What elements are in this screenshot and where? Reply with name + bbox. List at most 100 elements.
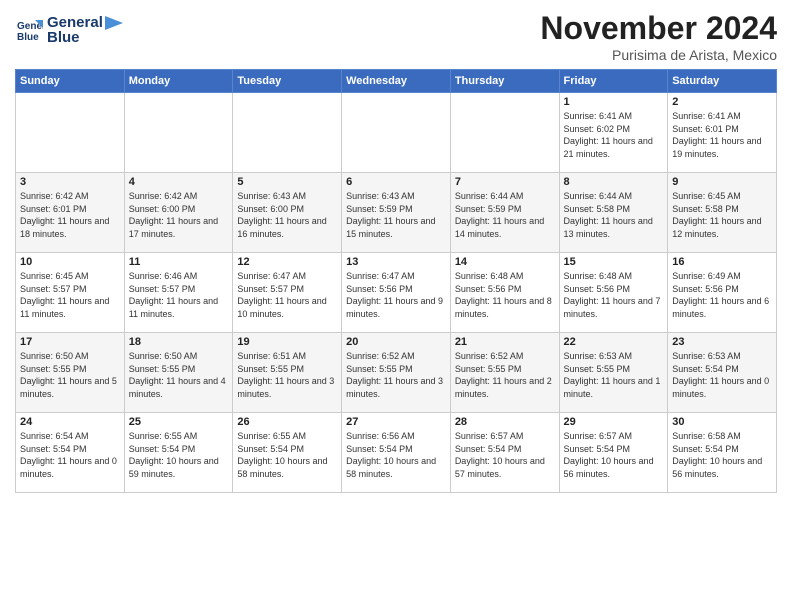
day-number: 18: [129, 336, 229, 348]
calendar-cell: 22Sunrise: 6:53 AM Sunset: 5:55 PM Dayli…: [559, 333, 668, 413]
day-info: Sunrise: 6:56 AM Sunset: 5:54 PM Dayligh…: [346, 430, 446, 480]
day-info: Sunrise: 6:55 AM Sunset: 5:54 PM Dayligh…: [237, 430, 337, 480]
day-number: 13: [346, 256, 446, 268]
day-number: 4: [129, 176, 229, 188]
day-number: 25: [129, 416, 229, 428]
calendar-cell: 29 Sunrise: 6:57 AM Sunset: 5:54 PM Dayli…: [559, 413, 668, 493]
day-info: Sunrise: 6:44 AM Sunset: 5:58 PM Dayligh…: [564, 190, 664, 240]
day-info: Sunrise: 6:50 AM Sunset: 5:55 PM Dayligh…: [20, 350, 120, 400]
day-number: 14: [455, 256, 555, 268]
day-number: 5: [237, 176, 337, 188]
day-number: 21: [455, 336, 555, 348]
calendar-cell: 28 Sunrise: 6:57 AM Sunset: 5:54 PM Dayli…: [450, 413, 559, 493]
day-number: 7: [455, 176, 555, 188]
calendar-cell: 11Sunrise: 6:46 AM Sunset: 5:57 PM Dayli…: [124, 253, 233, 333]
calendar-cell: 19Sunrise: 6:51 AM Sunset: 5:55 PM Dayli…: [233, 333, 342, 413]
day-number: 24: [20, 416, 120, 428]
calendar-cell: 12 Sunrise: 6:47 AM Sunset: 5:57 PM Dayli…: [233, 253, 342, 333]
day-number: 11: [129, 256, 229, 268]
day-info: Sunrise: 6:47 AM Sunset: 5:56 PM Dayligh…: [346, 270, 446, 320]
day-info: Sunrise: 6:48 AM Sunset: 5:56 PM Dayligh…: [564, 270, 664, 320]
day-number: 29: [564, 416, 664, 428]
calendar-cell: 20 Sunrise: 6:52 AM Sunset: 5:55 PM Dayli…: [342, 333, 451, 413]
day-info: Sunrise: 6:45 AM Sunset: 5:58 PM Dayligh…: [672, 190, 772, 240]
calendar-cell: 3 Sunrise: 6:42 AM Sunset: 6:01 PM Daylig…: [16, 173, 125, 253]
calendar-cell: [124, 93, 233, 173]
calendar-week-row: 17 Sunrise: 6:50 AM Sunset: 5:55 PM Dayli…: [16, 333, 777, 413]
day-info: Sunrise: 6:57 AM Sunset: 5:54 PM Dayligh…: [564, 430, 664, 480]
day-number: 23: [672, 336, 772, 348]
day-number: 17: [20, 336, 120, 348]
calendar-cell: 13 Sunrise: 6:47 AM Sunset: 5:56 PM Dayli…: [342, 253, 451, 333]
day-info: Sunrise: 6:55 AM Sunset: 5:54 PM Dayligh…: [129, 430, 229, 480]
day-info: Sunrise: 6:52 AM Sunset: 5:55 PM Dayligh…: [455, 350, 555, 400]
day-info: Sunrise: 6:54 AM Sunset: 5:54 PM Dayligh…: [20, 430, 120, 480]
calendar-week-row: 1 Sunrise: 6:41 AM Sunset: 6:02 PM Daylig…: [16, 93, 777, 173]
calendar-cell: 27 Sunrise: 6:56 AM Sunset: 5:54 PM Dayli…: [342, 413, 451, 493]
calendar-cell: 10Sunrise: 6:45 AM Sunset: 5:57 PM Dayli…: [16, 253, 125, 333]
day-number: 6: [346, 176, 446, 188]
day-number: 26: [237, 416, 337, 428]
calendar-cell: 7 Sunrise: 6:44 AM Sunset: 5:59 PM Daylig…: [450, 173, 559, 253]
calendar-cell: 18 Sunrise: 6:50 AM Sunset: 5:55 PM Dayli…: [124, 333, 233, 413]
day-number: 16: [672, 256, 772, 268]
day-info: Sunrise: 6:42 AM Sunset: 6:01 PM Dayligh…: [20, 190, 120, 240]
calendar-cell: 1 Sunrise: 6:41 AM Sunset: 6:02 PM Daylig…: [559, 93, 668, 173]
day-number: 1: [564, 96, 664, 108]
day-info: Sunrise: 6:58 AM Sunset: 5:54 PM Dayligh…: [672, 430, 772, 480]
day-number: 22: [564, 336, 664, 348]
day-number: 3: [20, 176, 120, 188]
calendar-cell: [450, 93, 559, 173]
calendar-cell: 15 Sunrise: 6:48 AM Sunset: 5:56 PM Dayli…: [559, 253, 668, 333]
month-title: November 2024: [540, 10, 777, 47]
day-info: Sunrise: 6:47 AM Sunset: 5:57 PM Dayligh…: [237, 270, 337, 320]
day-info: Sunrise: 6:48 AM Sunset: 5:56 PM Dayligh…: [455, 270, 555, 320]
header-saturday: Saturday: [668, 70, 777, 93]
header: General Blue General Blue November 2024 …: [15, 10, 777, 63]
calendar-cell: [233, 93, 342, 173]
day-number: 28: [455, 416, 555, 428]
calendar-cell: 25 Sunrise: 6:55 AM Sunset: 5:54 PM Dayli…: [124, 413, 233, 493]
day-info: Sunrise: 6:53 AM Sunset: 5:54 PM Dayligh…: [672, 350, 772, 400]
day-info: Sunrise: 6:51 AM Sunset: 5:55 PM Dayligh…: [237, 350, 337, 400]
day-info: Sunrise: 6:43 AM Sunset: 5:59 PM Dayligh…: [346, 190, 446, 240]
calendar-cell: 17 Sunrise: 6:50 AM Sunset: 5:55 PM Dayli…: [16, 333, 125, 413]
header-monday: Monday: [124, 70, 233, 93]
calendar-cell: 30Sunrise: 6:58 AM Sunset: 5:54 PM Dayli…: [668, 413, 777, 493]
day-number: 15: [564, 256, 664, 268]
day-info: Sunrise: 6:44 AM Sunset: 5:59 PM Dayligh…: [455, 190, 555, 240]
logo: General Blue General Blue: [15, 14, 123, 46]
calendar-cell: 8 Sunrise: 6:44 AM Sunset: 5:58 PM Daylig…: [559, 173, 668, 253]
day-number: 9: [672, 176, 772, 188]
location: Purisima de Arista, Mexico: [540, 47, 777, 63]
header-sunday: Sunday: [16, 70, 125, 93]
day-info: Sunrise: 6:50 AM Sunset: 5:55 PM Dayligh…: [129, 350, 229, 400]
calendar-cell: 16Sunrise: 6:49 AM Sunset: 5:56 PM Dayli…: [668, 253, 777, 333]
day-number: 27: [346, 416, 446, 428]
logo-icon: General Blue: [15, 16, 43, 44]
svg-text:Blue: Blue: [17, 32, 39, 43]
calendar-week-row: 3 Sunrise: 6:42 AM Sunset: 6:01 PM Daylig…: [16, 173, 777, 253]
calendar-cell: 26 Sunrise: 6:55 AM Sunset: 5:54 PM Dayli…: [233, 413, 342, 493]
day-number: 2: [672, 96, 772, 108]
day-number: 20: [346, 336, 446, 348]
calendar-cell: 2Sunrise: 6:41 AM Sunset: 6:01 PM Daylig…: [668, 93, 777, 173]
calendar-cell: 9 Sunrise: 6:45 AM Sunset: 5:58 PM Daylig…: [668, 173, 777, 253]
logo-arrow-icon: [105, 16, 123, 30]
day-number: 8: [564, 176, 664, 188]
day-info: Sunrise: 6:52 AM Sunset: 5:55 PM Dayligh…: [346, 350, 446, 400]
day-info: Sunrise: 6:41 AM Sunset: 6:02 PM Dayligh…: [564, 110, 664, 160]
main-container: General Blue General Blue November 2024 …: [0, 0, 792, 612]
day-info: Sunrise: 6:57 AM Sunset: 5:54 PM Dayligh…: [455, 430, 555, 480]
day-info: Sunrise: 6:45 AM Sunset: 5:57 PM Dayligh…: [20, 270, 120, 320]
calendar-cell: 14 Sunrise: 6:48 AM Sunset: 5:56 PM Dayli…: [450, 253, 559, 333]
calendar-table: SundayMondayTuesdayWednesdayThursdayFrid…: [15, 69, 777, 493]
header-wednesday: Wednesday: [342, 70, 451, 93]
calendar-cell: 4 Sunrise: 6:42 AM Sunset: 6:00 PM Daylig…: [124, 173, 233, 253]
day-info: Sunrise: 6:42 AM Sunset: 6:00 PM Dayligh…: [129, 190, 229, 240]
calendar-header-row: SundayMondayTuesdayWednesdayThursdayFrid…: [16, 70, 777, 93]
calendar-cell: 24 Sunrise: 6:54 AM Sunset: 5:54 PM Dayli…: [16, 413, 125, 493]
day-number: 12: [237, 256, 337, 268]
title-block: November 2024 Purisima de Arista, Mexico: [540, 10, 777, 63]
day-info: Sunrise: 6:43 AM Sunset: 6:00 PM Dayligh…: [237, 190, 337, 240]
